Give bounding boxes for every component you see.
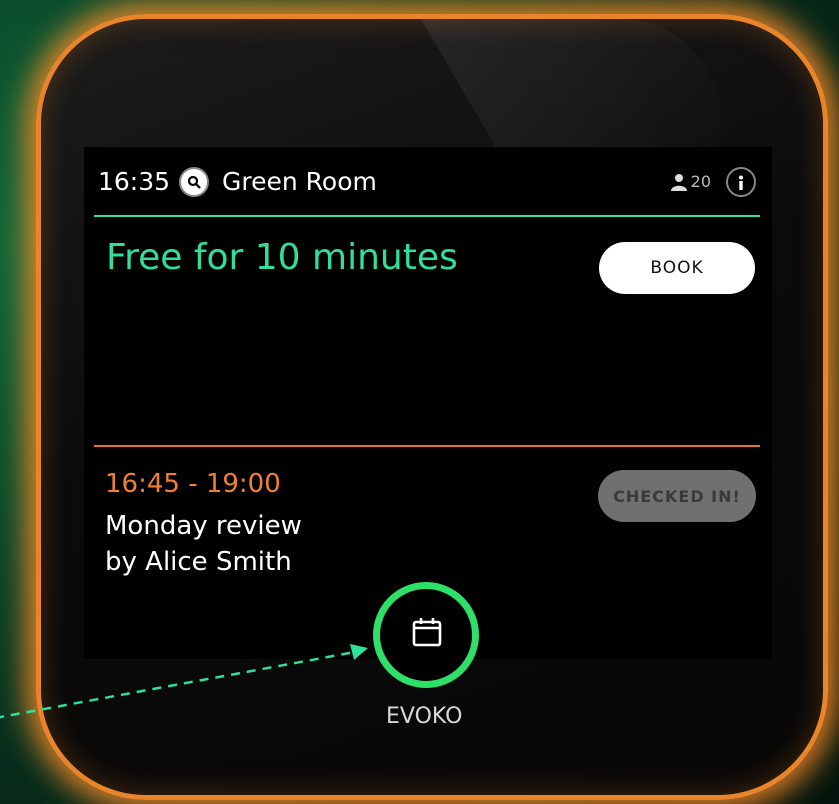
calendar-icon [412,618,442,647]
calendar-button[interactable] [373,582,479,688]
brand-logo: EVOKO [386,704,463,729]
